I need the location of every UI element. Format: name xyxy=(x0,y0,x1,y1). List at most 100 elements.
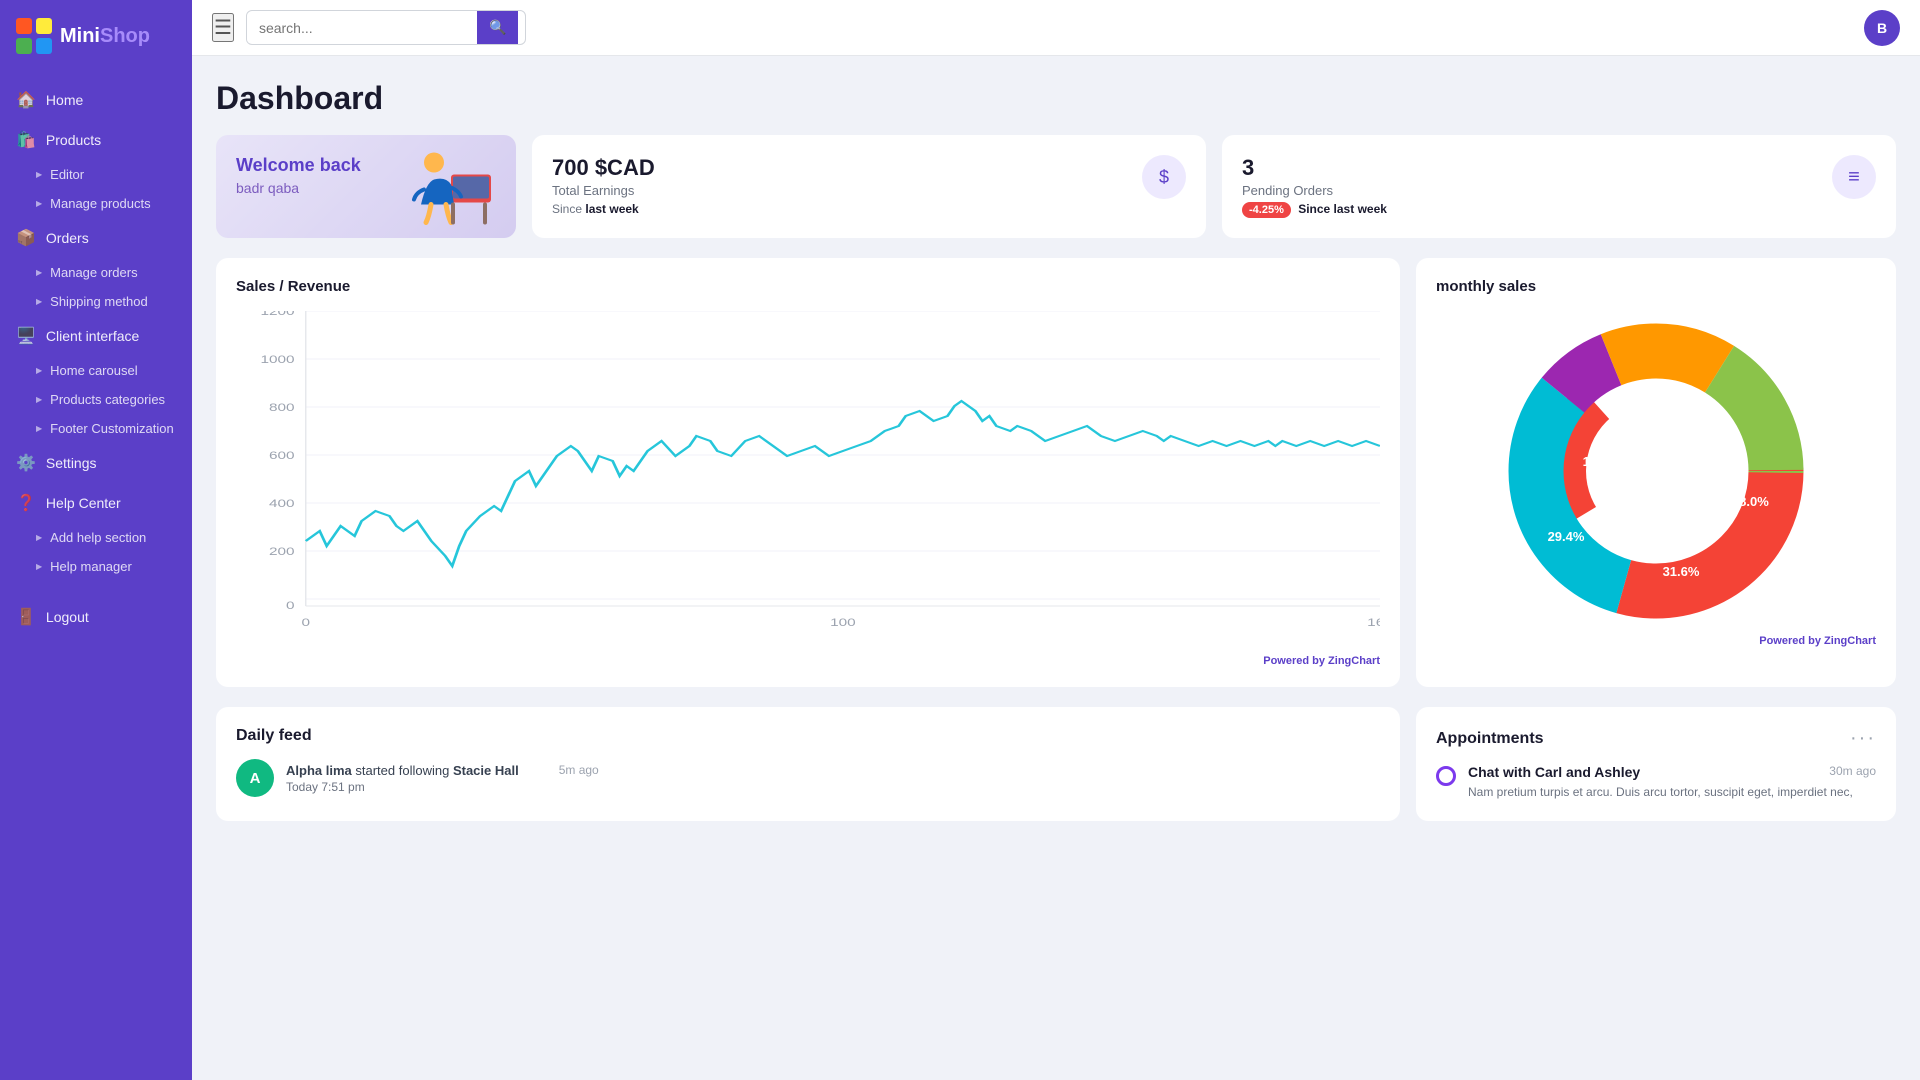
monthly-sales-card: monthly sales xyxy=(1416,258,1896,687)
svg-text:0: 0 xyxy=(301,616,310,628)
topbar-right: B xyxy=(1864,10,1900,46)
welcome-username: badr qaba xyxy=(236,180,361,196)
welcome-greeting: Welcome back xyxy=(236,155,361,176)
page-title: Dashboard xyxy=(216,80,1896,117)
layers-icon: ≡ xyxy=(1848,166,1860,189)
sidebar-item-products[interactable]: 🛍️ Products xyxy=(0,120,192,160)
avatar[interactable]: B xyxy=(1864,10,1900,46)
sidebar-item-home-carousel[interactable]: Home carousel xyxy=(0,356,192,385)
sidebar-item-help-center[interactable]: ❓ Help Center xyxy=(0,483,192,523)
help-icon: ❓ xyxy=(16,493,36,513)
sidebar: MiniShop 🏠 Home 🛍️ Products Editor Manag… xyxy=(0,0,192,1080)
sidebar-item-editor[interactable]: Editor xyxy=(0,160,192,189)
search-input[interactable] xyxy=(247,13,477,43)
welcome-text: Welcome back badr qaba xyxy=(236,155,361,196)
daily-feed-title: Daily feed xyxy=(236,727,1380,745)
bottom-row: Daily feed A Alpha lima started followin… xyxy=(216,707,1896,821)
welcome-illustration xyxy=(396,135,506,238)
feed-item: A Alpha lima started following Stacie Ha… xyxy=(236,759,1380,797)
svg-text:400: 400 xyxy=(269,497,295,509)
stat-earnings-amount: 700 $CAD xyxy=(552,155,1130,181)
stat-pending-sub: -4.25% Since last week xyxy=(1242,202,1820,218)
zingchart-brand-donut: ZingChart xyxy=(1824,635,1876,647)
sidebar-item-editor-label: Editor xyxy=(50,167,84,182)
search-wrapper: 🔍 xyxy=(246,10,526,45)
stat-pending-label: Pending Orders xyxy=(1242,183,1820,198)
svg-text:1000: 1000 xyxy=(260,353,294,365)
feed-time: 5m ago xyxy=(559,763,599,777)
sidebar-item-manage-orders[interactable]: Manage orders xyxy=(0,258,192,287)
charts-row: Sales / Revenue xyxy=(216,258,1896,687)
stat-pending-amount: 3 xyxy=(1242,155,1820,181)
sidebar-item-products-label: Products xyxy=(46,132,101,148)
sidebar-item-home[interactable]: 🏠 Home xyxy=(0,80,192,120)
zingchart-brand: ZingChart xyxy=(1328,655,1380,667)
sidebar-item-footer-customization-label: Footer Customization xyxy=(50,421,174,436)
stat-pending-sub-bold: Since last week xyxy=(1298,202,1387,216)
feed-content: Alpha lima started following Stacie Hall… xyxy=(286,763,599,794)
products-icon: 🛍️ xyxy=(16,130,36,150)
content-area: Dashboard Welcome back badr qaba xyxy=(192,56,1920,1080)
feed-row: Alpha lima started following Stacie Hall… xyxy=(286,763,599,778)
sidebar-item-add-help-section-label: Add help section xyxy=(50,530,146,545)
stat-earnings-sub: Since last week xyxy=(552,202,1130,216)
sidebar-item-logout[interactable]: 🚪 Logout xyxy=(0,597,192,637)
appointment-item: Chat with Carl and Ashley 30m ago Nam pr… xyxy=(1436,764,1876,801)
sidebar-navigation: 🏠 Home 🛍️ Products Editor Manage product… xyxy=(0,72,192,1080)
stat-earnings-sub-bold: last week xyxy=(585,202,638,216)
earnings-icon-circle: $ xyxy=(1142,155,1186,199)
svg-text:8.0%: 8.0% xyxy=(1739,494,1769,509)
sidebar-item-client-interface[interactable]: 🖥️ Client interface xyxy=(0,316,192,356)
donut-chart-container: 16.0% 15.0% 8.0% 31.6% 29.4% xyxy=(1436,311,1876,631)
donut-chart-svg: 16.0% 15.0% 8.0% 31.6% 29.4% xyxy=(1506,321,1806,621)
sidebar-item-products-categories[interactable]: Products categories xyxy=(0,385,192,414)
status-badge: -4.25% xyxy=(1242,202,1291,218)
appointments-title: Appointments xyxy=(1436,730,1544,748)
sidebar-item-help-manager-label: Help manager xyxy=(50,559,132,574)
appointment-title: Chat with Carl and Ashley xyxy=(1468,764,1640,780)
logo-icon xyxy=(16,18,52,54)
sidebar-item-products-categories-label: Products categories xyxy=(50,392,165,407)
appointment-time: 30m ago xyxy=(1829,764,1876,778)
dollar-icon: $ xyxy=(1159,167,1169,188)
sales-chart-title: Sales / Revenue xyxy=(236,278,1380,295)
sidebar-item-orders-label: Orders xyxy=(46,230,89,246)
svg-text:600: 600 xyxy=(269,449,295,461)
logo[interactable]: MiniShop xyxy=(0,0,192,72)
appointments-header: Appointments ··· xyxy=(1436,727,1876,750)
feed-name: Alpha lima xyxy=(286,763,352,778)
sidebar-item-footer-customization[interactable]: Footer Customization xyxy=(0,414,192,443)
stat-pending-info: 3 Pending Orders -4.25% Since last week xyxy=(1242,155,1820,218)
stat-earnings-info: 700 $CAD Total Earnings Since last week xyxy=(552,155,1130,216)
svg-text:15.0%: 15.0% xyxy=(1703,439,1740,454)
appointments-menu-button[interactable]: ··· xyxy=(1850,727,1876,750)
sidebar-item-help-manager[interactable]: Help manager xyxy=(0,552,192,581)
powered-by-donut: Powered by ZingChart xyxy=(1436,635,1876,647)
feed-action: started following xyxy=(355,763,453,778)
sidebar-item-add-help-section[interactable]: Add help section xyxy=(0,523,192,552)
sidebar-item-help-center-label: Help Center xyxy=(46,495,121,511)
monthly-sales-title: monthly sales xyxy=(1436,278,1876,295)
svg-text:800: 800 xyxy=(269,401,295,413)
stat-pending-orders: 3 Pending Orders -4.25% Since last week … xyxy=(1222,135,1896,238)
sidebar-item-manage-orders-label: Manage orders xyxy=(50,265,137,280)
feed-text: Alpha lima started following Stacie Hall xyxy=(286,763,519,778)
logo-text: MiniShop xyxy=(60,25,150,48)
stat-earnings: 700 $CAD Total Earnings Since last week … xyxy=(532,135,1206,238)
search-button[interactable]: 🔍 xyxy=(477,11,518,44)
appointment-content: Chat with Carl and Ashley 30m ago Nam pr… xyxy=(1468,764,1876,801)
line-chart-svg: 1200 1000 800 600 400 200 0 0 100 168 xyxy=(236,311,1380,651)
sidebar-item-manage-products[interactable]: Manage products xyxy=(0,189,192,218)
feed-date: Today 7:51 pm xyxy=(286,780,599,794)
sidebar-item-settings[interactable]: ⚙️ Settings xyxy=(0,443,192,483)
sidebar-item-home-carousel-label: Home carousel xyxy=(50,363,137,378)
sidebar-item-settings-label: Settings xyxy=(46,455,97,471)
stats-row: Welcome back badr qaba xyxy=(216,135,1896,238)
sidebar-item-orders[interactable]: 📦 Orders xyxy=(0,218,192,258)
pending-icon-circle: ≡ xyxy=(1832,155,1876,199)
svg-text:1200: 1200 xyxy=(260,311,294,317)
feed-avatar: A xyxy=(236,759,274,797)
sidebar-item-shipping-method[interactable]: Shipping method xyxy=(0,287,192,316)
hamburger-button[interactable]: ☰ xyxy=(212,13,234,42)
appointment-status-indicator xyxy=(1436,766,1456,786)
